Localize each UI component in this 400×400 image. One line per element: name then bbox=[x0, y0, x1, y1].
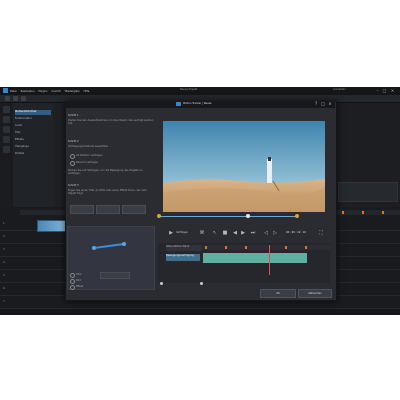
dialog-title: Motion Tracker | Neues bbox=[183, 102, 212, 105]
track-label: 2. bbox=[3, 235, 6, 238]
timeline-marker bbox=[342, 211, 344, 214]
track-options-icon[interactable]: ⌘ bbox=[199, 230, 205, 236]
menu-bar: Datei Bearbeiten Plugins Ansicht Wiederg… bbox=[10, 88, 89, 94]
next-icon[interactable]: ⏭ bbox=[250, 230, 256, 236]
rewind-icon[interactable]: ◁ bbox=[263, 230, 269, 236]
add-effect-button[interactable] bbox=[122, 205, 146, 214]
step3-heading: Schritt 3 bbox=[68, 184, 79, 187]
library-item[interactable]: Farbkorrektur bbox=[15, 117, 51, 122]
timeline-marker bbox=[362, 211, 364, 214]
help-icon[interactable]: ? bbox=[313, 101, 319, 107]
stop-icon[interactable]: ■ bbox=[222, 230, 228, 236]
radio-title[interactable] bbox=[70, 273, 75, 278]
track-label: 3. bbox=[3, 248, 6, 251]
step2-heading: Schritt 2 bbox=[68, 140, 79, 143]
edit-icon[interactable] bbox=[21, 96, 26, 101]
tracking-clip[interactable] bbox=[203, 253, 307, 263]
dialog-close-icon[interactable]: × bbox=[327, 101, 333, 107]
pip-room-icon[interactable] bbox=[3, 126, 10, 133]
track-tab[interactable]: Ohne Motion-Track bbox=[166, 245, 202, 251]
minimize-icon[interactable]: – bbox=[375, 88, 380, 93]
close-icon[interactable]: × bbox=[390, 88, 395, 93]
app-logo bbox=[3, 88, 8, 93]
track-label: 5. bbox=[3, 274, 6, 277]
trim-start-handle[interactable] bbox=[157, 214, 161, 218]
preview-thumbnail bbox=[338, 182, 398, 202]
add-title-button[interactable] bbox=[70, 205, 94, 214]
media-room-icon[interactable] bbox=[3, 106, 10, 113]
step1-text: Ziehen Sie den Auswahlrahmen um das Obje… bbox=[68, 119, 154, 125]
play-icon[interactable]: ▶ bbox=[168, 230, 174, 236]
menu-help[interactable]: Hilfe bbox=[84, 90, 90, 93]
scrub-handle[interactable] bbox=[246, 214, 250, 218]
tracking-ruler[interactable] bbox=[203, 245, 330, 250]
import-icon[interactable] bbox=[5, 96, 10, 101]
radio-track-from-position[interactable] bbox=[70, 154, 75, 159]
ruler-mark bbox=[205, 246, 207, 249]
menu-file[interactable]: Datei bbox=[10, 90, 17, 93]
track-label: 1. bbox=[3, 222, 6, 225]
timecode: 00 ; 00 ; 12 ; 10 bbox=[286, 231, 307, 234]
option-track-range[interactable]: Bereich verfolgen bbox=[76, 161, 98, 164]
track-label: 7. bbox=[3, 300, 6, 303]
zoom-out-icon[interactable] bbox=[160, 282, 163, 285]
title-dropdown[interactable] bbox=[100, 272, 130, 279]
tracked-object-preview bbox=[92, 242, 126, 250]
tracking-track-label[interactable]: Bewegungsverfolgung bbox=[166, 254, 200, 261]
title-room-icon[interactable] bbox=[3, 136, 10, 143]
cancel-button[interactable]: Abbrechen bbox=[298, 289, 332, 298]
track-label: 6. bbox=[3, 287, 6, 290]
label-image: Bild bbox=[76, 279, 81, 282]
tracking-playhead[interactable] bbox=[269, 245, 270, 275]
ruler-mark bbox=[225, 246, 227, 249]
library-item[interactable]: Übergänge bbox=[15, 145, 51, 150]
label-title: Titel bbox=[76, 273, 82, 276]
video-preview[interactable] bbox=[163, 121, 325, 212]
trim-end-handle[interactable] bbox=[295, 214, 299, 218]
library-item[interactable]: Medienbibliothek bbox=[15, 110, 51, 115]
step2-text: Verfolgungsmethode auswählen bbox=[68, 145, 109, 148]
label-effect: Effekt bbox=[76, 285, 84, 288]
option-track-from-position[interactable]: Ab Position verfolgen bbox=[76, 154, 102, 157]
window-title: Neues Projekt bbox=[180, 88, 198, 91]
radio-image[interactable] bbox=[70, 279, 75, 284]
menu-plugins[interactable]: Plugins bbox=[38, 90, 47, 93]
track-label: 4. bbox=[3, 261, 6, 264]
track-button[interactable]: Verfolgen bbox=[176, 231, 188, 234]
radio-track-range[interactable] bbox=[70, 161, 75, 166]
next-frame-icon[interactable]: ▶ bbox=[240, 230, 246, 236]
fullscreen-icon[interactable]: ⛶ bbox=[318, 230, 324, 236]
status-bar bbox=[0, 309, 400, 315]
transition-room-icon[interactable] bbox=[3, 146, 10, 153]
dialog-maximize-icon[interactable]: □ bbox=[320, 101, 326, 107]
library-item[interactable]: Audio bbox=[15, 124, 51, 129]
ruler-mark bbox=[285, 246, 287, 249]
library-item[interactable]: Titel bbox=[15, 131, 51, 136]
menu-edit[interactable]: Bearbeiten bbox=[21, 90, 35, 93]
forward-icon[interactable]: ▷ bbox=[272, 230, 278, 236]
radio-effect[interactable] bbox=[70, 285, 75, 290]
fx-room-icon[interactable] bbox=[3, 116, 10, 123]
ok-button[interactable]: OK bbox=[260, 289, 296, 298]
step2-info: Klicken Sie auf Verfolgen, um die Bewegu… bbox=[68, 169, 143, 175]
library-item[interactable]: Effekte bbox=[15, 138, 51, 143]
sign-in-link[interactable]: Anmelden bbox=[333, 88, 346, 91]
prev-frame-icon[interactable]: ◀ bbox=[232, 230, 238, 236]
timeline-marker bbox=[382, 211, 384, 214]
add-image-button[interactable] bbox=[96, 205, 120, 214]
library-item[interactable]: Partikel bbox=[15, 152, 51, 157]
zoom-in-icon[interactable] bbox=[200, 282, 203, 285]
step3-text: Fügen Sie einen Titel, ein Bild oder ein… bbox=[68, 189, 147, 195]
menu-view[interactable]: Ansicht bbox=[51, 90, 60, 93]
trim-bar[interactable] bbox=[158, 216, 298, 217]
capture-icon[interactable] bbox=[13, 96, 18, 101]
menu-playback[interactable]: Wiedergabe bbox=[65, 90, 80, 93]
ruler-mark bbox=[305, 246, 307, 249]
maximize-icon[interactable]: □ bbox=[382, 88, 387, 93]
pointer-icon[interactable]: ↖ bbox=[212, 230, 218, 236]
dialog-logo bbox=[176, 102, 181, 106]
step1-heading: Schritt 1 bbox=[68, 114, 79, 117]
ruler-mark bbox=[245, 246, 247, 249]
